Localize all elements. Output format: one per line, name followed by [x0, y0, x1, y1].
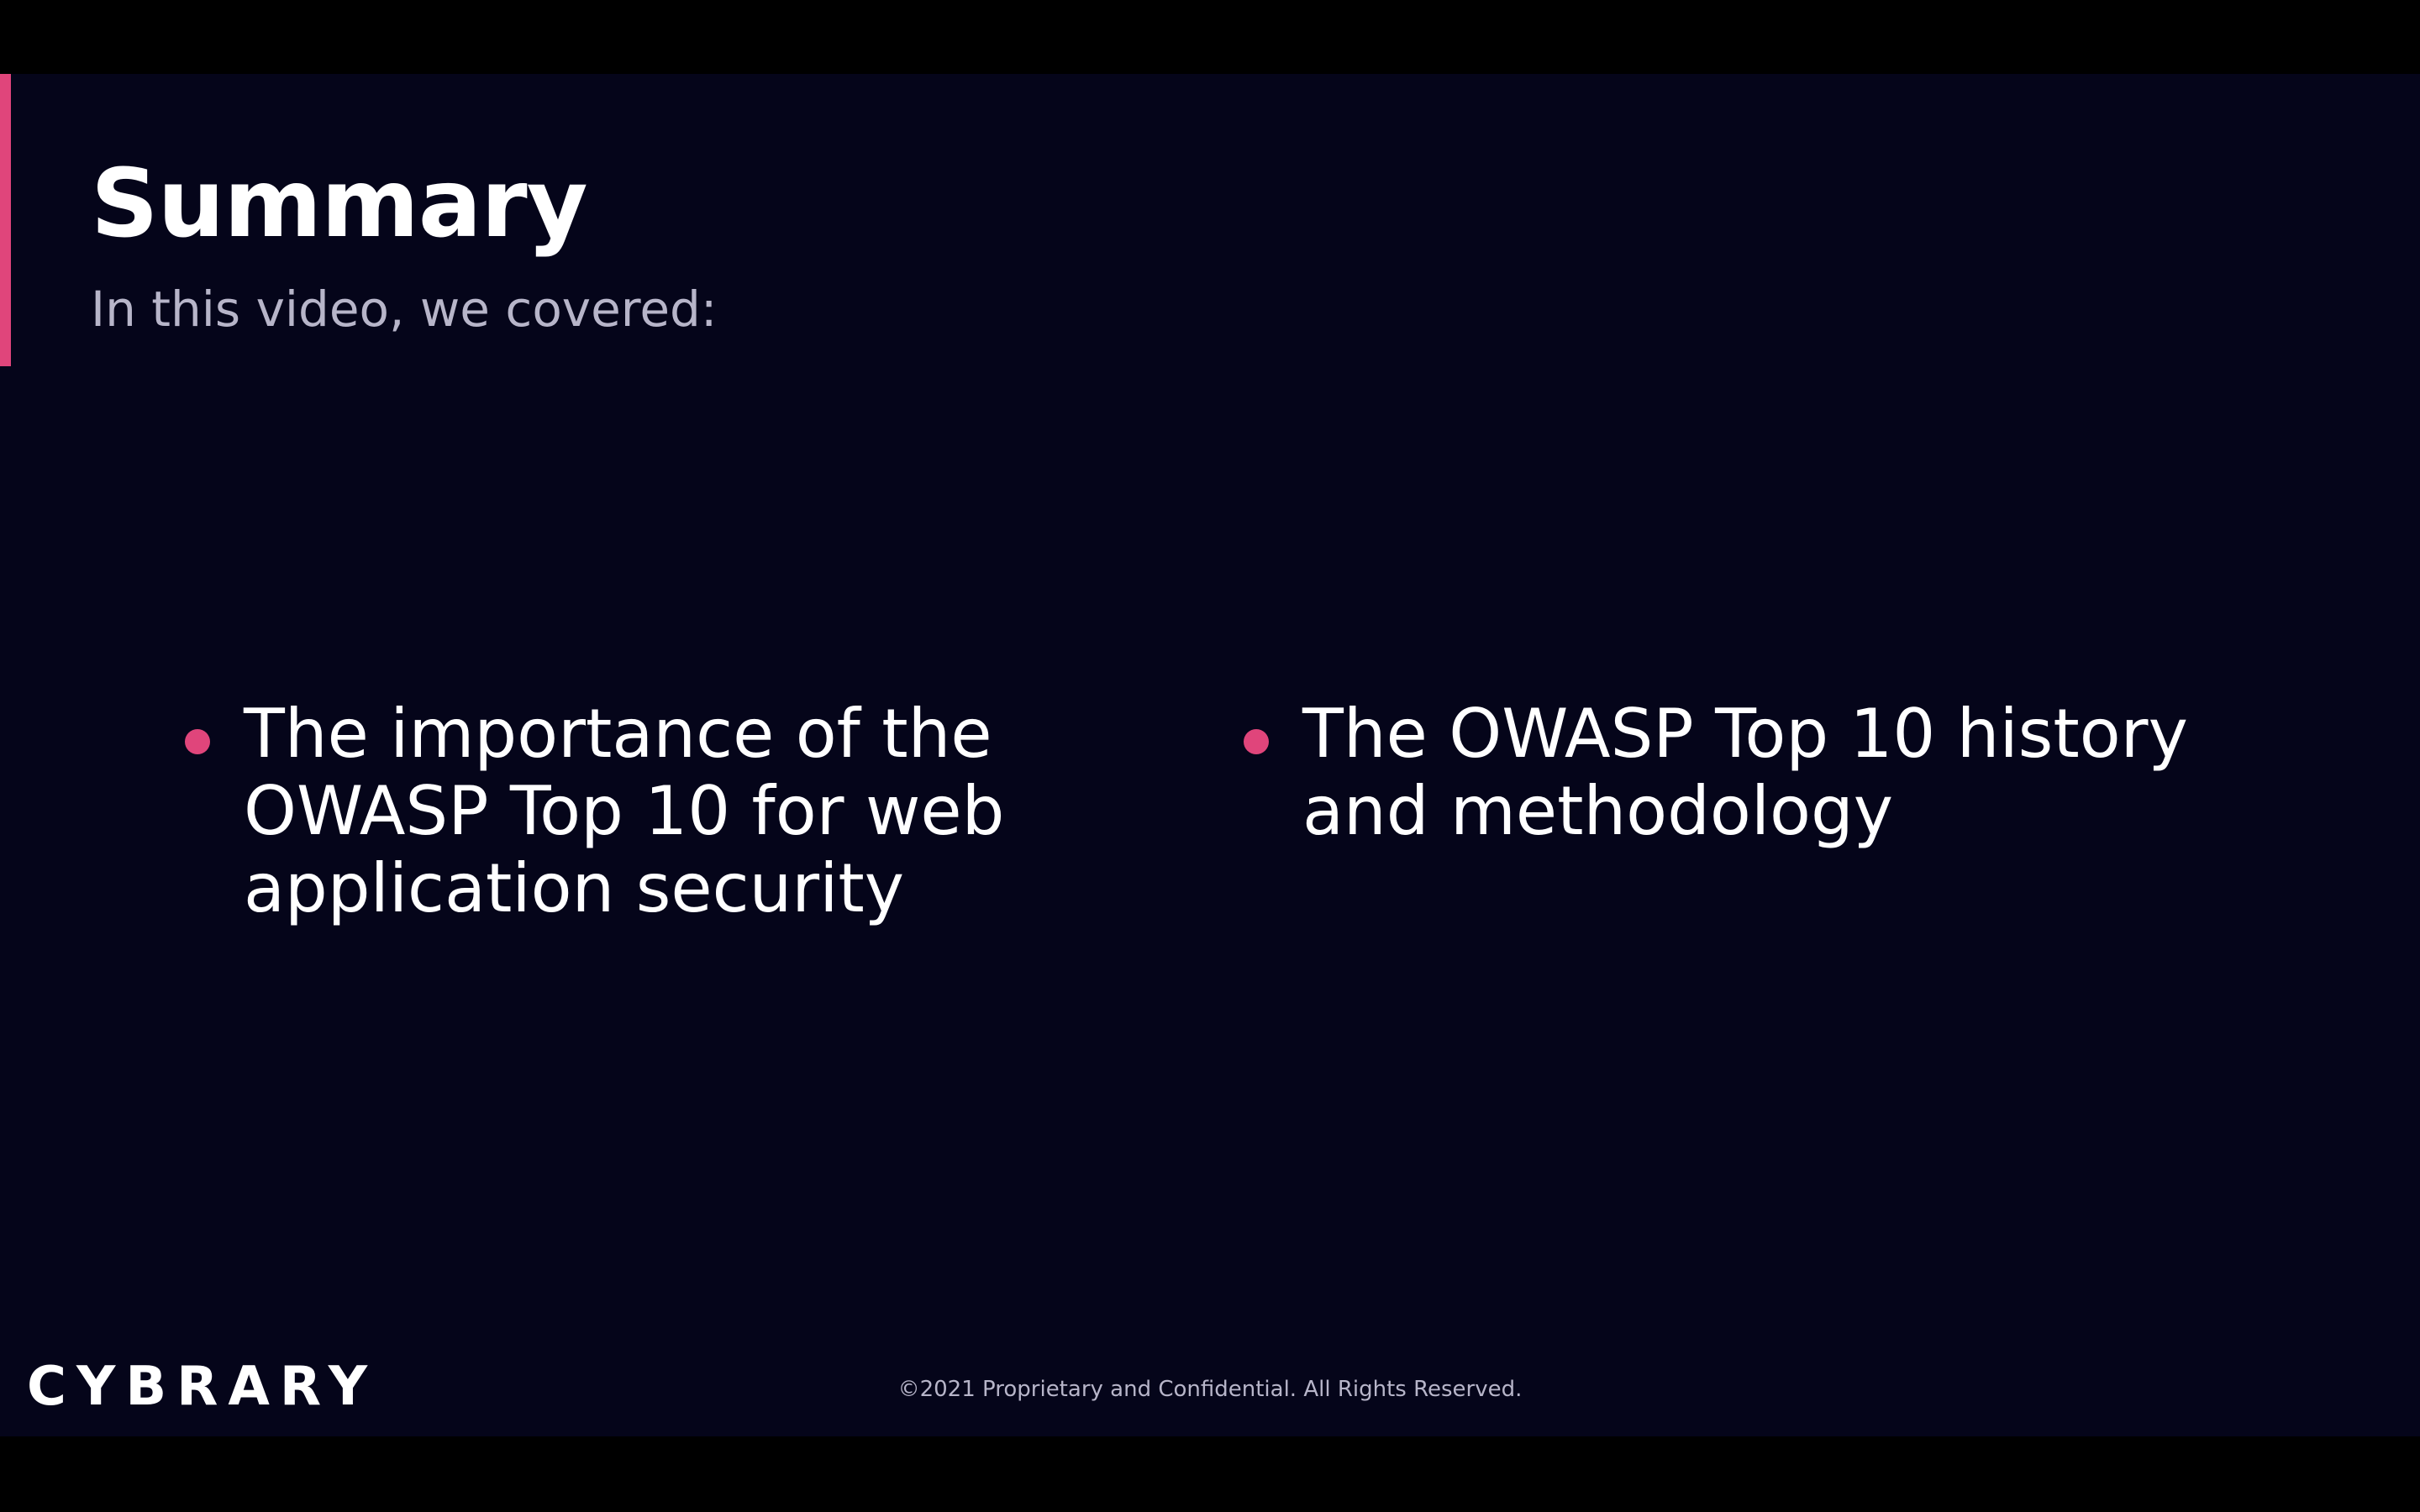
bullet-item-1: The importance of the OWASP Top 10 for w… — [185, 696, 1193, 927]
bullet-text-2: The OWASP Top 10 history and methodology — [1302, 695, 2188, 850]
letterbox-top — [0, 0, 2420, 74]
bullet-item-2: The OWASP Top 10 history and methodology — [1244, 696, 2302, 850]
slide-title: Summary — [91, 150, 588, 259]
letterbox-bottom — [0, 1436, 2420, 1512]
bullet-dot-icon — [185, 729, 210, 754]
bullet-dot-icon — [1244, 729, 1269, 754]
slide-subtitle: In this video, we covered: — [91, 281, 718, 338]
accent-bar — [0, 74, 11, 366]
presentation-slide: Summary In this video, we covered: The i… — [0, 74, 2420, 1436]
footer-copyright: ©2021 Proprietary and Confidential. All … — [897, 1377, 1523, 1402]
bullet-text-1: The importance of the OWASP Top 10 for w… — [244, 695, 1005, 927]
